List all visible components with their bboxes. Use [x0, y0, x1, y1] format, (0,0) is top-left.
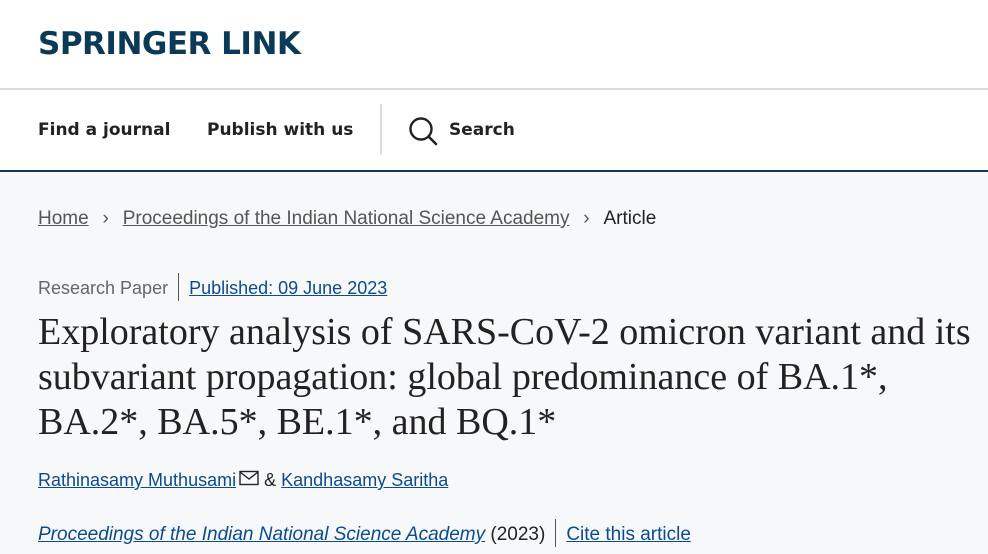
- nav-publish-with-us[interactable]: Publish with us: [207, 120, 353, 140]
- site-header: SPRINGER LINK: [0, 0, 988, 90]
- published-date-link[interactable]: Published: 09 June 2023: [189, 278, 387, 298]
- main-nav: Find a journal Publish with us Search: [0, 90, 988, 172]
- mail-icon[interactable]: [239, 470, 259, 486]
- article-type: Research Paper: [38, 277, 169, 298]
- springer-link-logo[interactable]: SPRINGER LINK: [38, 26, 301, 62]
- author-separator: &: [264, 470, 277, 490]
- search-icon[interactable]: [408, 116, 438, 146]
- meta-divider: [178, 273, 180, 301]
- article-meta: Research Paper Published: 09 June 2023: [38, 273, 387, 303]
- article-content: Home › Proceedings of the Indian National …: [0, 172, 988, 554]
- nav-search[interactable]: Search: [449, 120, 515, 140]
- author-link-1[interactable]: Rathinasamy Muthusami: [38, 470, 236, 490]
- journal-link[interactable]: Proceedings of the Indian National Scien…: [38, 524, 485, 545]
- breadcrumb: Home › Proceedings of the Indian National …: [38, 208, 656, 230]
- citation-divider: [555, 519, 557, 547]
- publication-year: (2023): [490, 524, 546, 546]
- breadcrumb-home[interactable]: Home: [38, 208, 89, 229]
- chevron-right-icon: ›: [102, 208, 109, 229]
- author-list: Rathinasamy Muthusami & Kandhasamy Sarit…: [38, 470, 448, 491]
- cite-article-link[interactable]: Cite this article: [566, 524, 691, 545]
- article-title: Exploratory analysis of SARS-CoV-2 omicr…: [38, 311, 971, 443]
- breadcrumb-current: Article: [603, 208, 657, 229]
- citation-line: Proceedings of the Indian National Scien…: [38, 519, 691, 549]
- author-link-2[interactable]: Kandhasamy Saritha: [281, 470, 448, 490]
- breadcrumb-journal[interactable]: Proceedings of the Indian National Scien…: [123, 208, 570, 229]
- nav-divider: [380, 104, 382, 155]
- nav-find-journal[interactable]: Find a journal: [38, 120, 170, 140]
- chevron-right-icon: ›: [583, 208, 590, 229]
